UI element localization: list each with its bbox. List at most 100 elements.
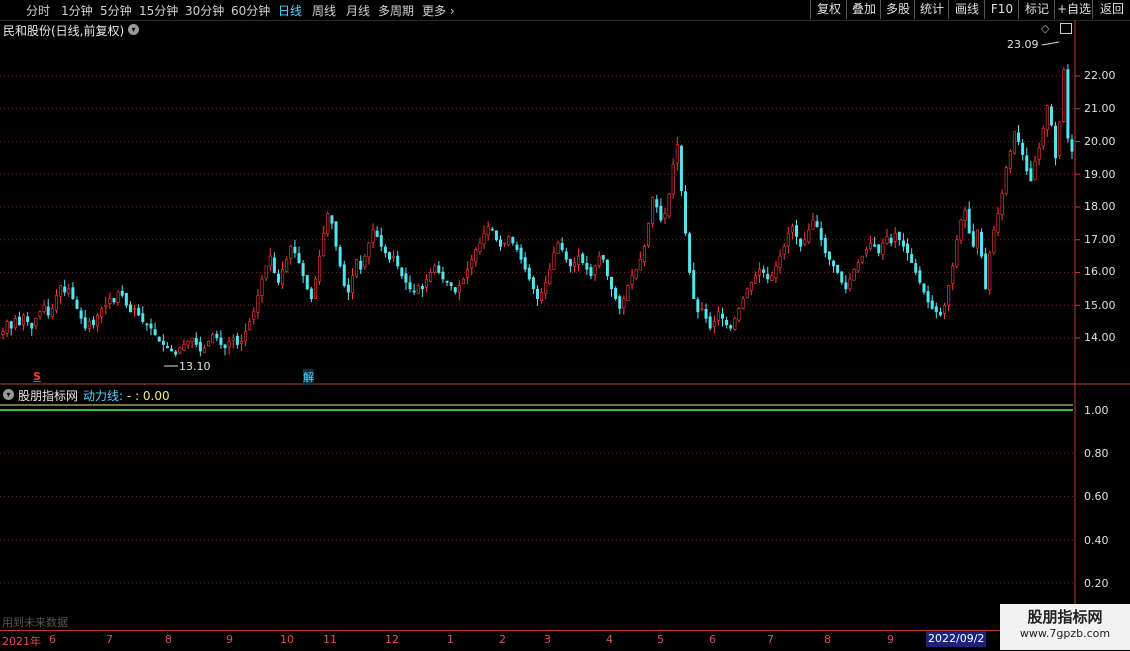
f10-button[interactable]: F10 [984, 0, 1019, 19]
candle-body [124, 292, 128, 306]
candle-body [943, 304, 947, 314]
candle-body [297, 253, 301, 263]
candle-body [906, 243, 910, 254]
multi-stock-button[interactable]: 多股 [880, 0, 915, 19]
candle-body [1008, 151, 1012, 169]
candle-body [313, 278, 317, 299]
candle-body [634, 268, 638, 279]
candle-body [758, 268, 762, 276]
top-toolbar: 分时 1分钟 5分钟 15分钟 30分钟 60分钟 日线 周线 月线 多周期 更… [0, 0, 1130, 21]
tab-15min[interactable]: 15分钟 [139, 2, 178, 19]
candle-body [161, 340, 165, 345]
candle-body [799, 238, 803, 247]
candle-body [116, 291, 120, 303]
date-cursor-label: 2022/09/2 [926, 631, 987, 647]
candle-body [770, 275, 774, 281]
candle-body [910, 254, 914, 263]
candle-body [704, 308, 708, 319]
candle-body [869, 242, 873, 250]
tab-daily[interactable]: 日线 [278, 2, 302, 19]
draw-line-button[interactable]: 画线 [948, 0, 985, 19]
candle-body [276, 273, 280, 283]
indicator-menu-icon[interactable]: ▾ [3, 389, 14, 400]
candle-body [202, 347, 206, 353]
candle-body [178, 347, 182, 354]
candle-body [605, 259, 609, 277]
candle-body [971, 231, 975, 247]
candle-body [108, 298, 112, 304]
candle-body [334, 221, 338, 247]
candle-body [786, 232, 790, 247]
candle-body [256, 295, 260, 313]
date-tick: 5 [657, 633, 664, 646]
tab-60min[interactable]: 60分钟 [231, 2, 270, 19]
candle-body [535, 288, 539, 300]
fuquan-button[interactable]: 复权 [810, 0, 847, 19]
s-marker[interactable]: S [33, 370, 41, 383]
tab-fenshi[interactable]: 分时 [26, 2, 50, 19]
back-button[interactable]: 返回 [1092, 0, 1130, 19]
candle-body [1058, 121, 1062, 156]
candle-body [963, 209, 967, 221]
watermark-url: www.7gpzb.com [1019, 627, 1111, 640]
candle-body [264, 265, 268, 279]
candle-body [9, 321, 13, 329]
candle-body [1033, 160, 1037, 181]
candle-body [745, 288, 749, 299]
watermark: 股朋指标网 www.7gpzb.com [1000, 604, 1130, 650]
candle-body [309, 288, 313, 299]
candle-body [186, 340, 190, 346]
candle-body [461, 278, 465, 285]
chevron-right-icon: › [449, 4, 455, 18]
candle-body [474, 249, 478, 263]
candle-body [165, 345, 169, 349]
tab-more[interactable]: 更多 › [422, 2, 455, 19]
candle-body [457, 285, 461, 293]
candle-body [128, 304, 132, 313]
mark-button[interactable]: 标记 [1018, 0, 1055, 19]
date-tick: 10 [280, 633, 294, 646]
candle-body [449, 282, 453, 286]
candle-body [289, 246, 293, 259]
tab-weekly[interactable]: 周线 [312, 2, 336, 19]
overlay-button[interactable]: 叠加 [846, 0, 881, 19]
candle-body [515, 244, 519, 250]
candle-body [753, 275, 757, 284]
candle-body [359, 260, 363, 270]
candle-body [1054, 125, 1058, 159]
candle-body [416, 285, 420, 294]
candle-body [59, 285, 63, 297]
candle-body [22, 314, 26, 326]
date-tick: 6 [709, 633, 716, 646]
tab-30min[interactable]: 30分钟 [185, 2, 224, 19]
candle-body [836, 264, 840, 273]
add-watchlist-button[interactable]: +自选 [1054, 0, 1093, 19]
jie-marker[interactable]: 解 [303, 369, 314, 385]
candle-body [922, 283, 926, 293]
candle-body [684, 191, 688, 234]
price-tick: 18.00 [1084, 200, 1116, 213]
tab-multi-period[interactable]: 多周期 [378, 2, 414, 19]
candle-body [17, 316, 21, 326]
candle-body [42, 304, 46, 312]
candle-body [30, 322, 34, 329]
candle-body [733, 318, 737, 330]
tab-1min[interactable]: 1分钟 [61, 2, 93, 19]
tab-more-label: 更多 [422, 4, 447, 18]
candle-body [1025, 155, 1029, 172]
statistics-button[interactable]: 统计 [914, 0, 949, 19]
tab-5min[interactable]: 5分钟 [100, 2, 132, 19]
tab-monthly[interactable]: 月线 [346, 2, 370, 19]
date-axis: 2021年 6 7 8 9 10 11 12 1 2 3 4 5 6 7 8 9… [0, 630, 1075, 651]
candle-body [823, 237, 827, 254]
candle-body [877, 244, 881, 254]
candle-body [215, 333, 219, 339]
candle-body [992, 229, 996, 253]
date-tick: 1 [447, 633, 454, 646]
candle-body [190, 337, 194, 342]
price-tick: 21.00 [1084, 102, 1116, 115]
date-tick: 8 [165, 633, 172, 646]
candle-body [100, 308, 104, 318]
candle-body [618, 296, 622, 309]
candle-body [655, 199, 659, 208]
